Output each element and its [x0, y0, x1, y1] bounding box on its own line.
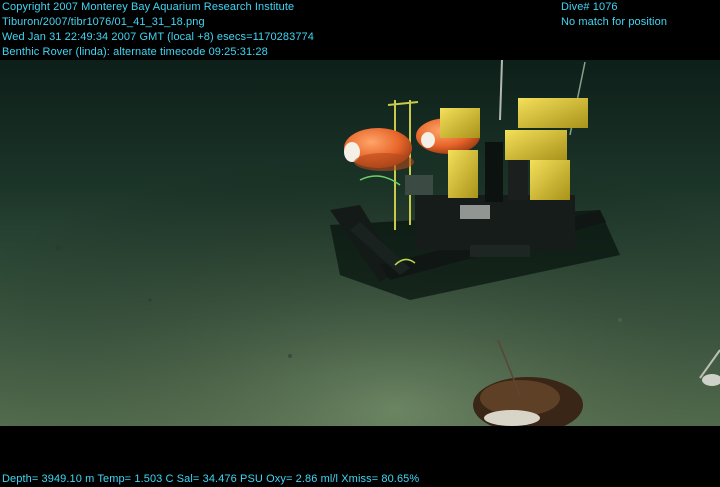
sensor-readout-line: Depth= 3949.10 m Temp= 1.503 C Sal= 34.4…: [2, 473, 420, 485]
video-frame: Copyright 2007 Monterey Bay Aquarium Res…: [0, 0, 720, 486]
copyright-line: Copyright 2007 Monterey Bay Aquarium Res…: [2, 1, 295, 13]
dive-number-line: Dive# 1076: [561, 1, 618, 13]
overlay-top-left: Copyright 2007 Monterey Bay Aquarium Res…: [2, 0, 314, 60]
seafloor-scene: [0, 60, 720, 426]
position-status-line: No match for position: [561, 16, 668, 28]
timestamp-line: Wed Jan 31 22:49:34 2007 GMT (local +8) …: [2, 31, 314, 43]
overlay-bottom: Depth= 3949.10 m Temp= 1.503 C Sal= 34.4…: [2, 472, 419, 487]
overlay-top-right: Dive# 1076 No match for position: [561, 0, 667, 30]
timecode-line: Benthic Rover (linda): alternate timecod…: [2, 46, 268, 58]
image-path-line: Tiburon/2007/tibr1076/01_41_31_18.png: [2, 16, 205, 28]
